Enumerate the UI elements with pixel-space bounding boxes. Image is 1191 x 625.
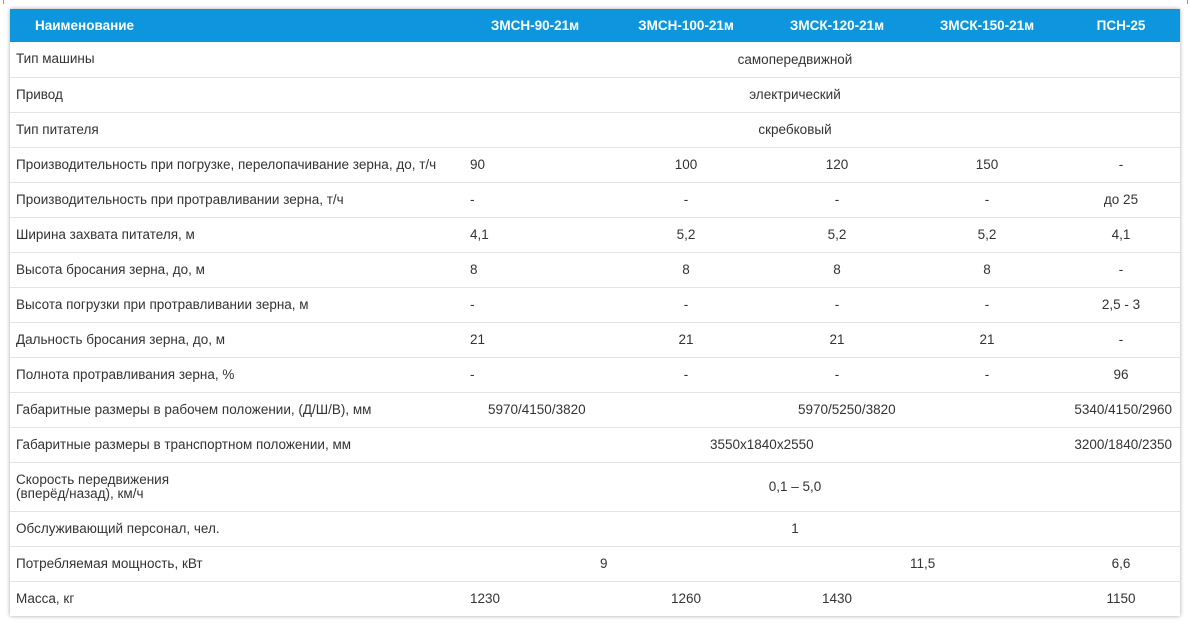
cell-value: 5,2 xyxy=(912,216,1062,252)
header-zmsk-150: ЗМСК-150-21м xyxy=(939,18,1035,33)
cell-value: 3200/1840/2350 xyxy=(1062,426,1180,462)
cell-value: - xyxy=(912,181,1062,217)
cell-value: - xyxy=(460,356,610,392)
row-label: Привод xyxy=(10,76,460,112)
cell-value: электрический xyxy=(460,76,1180,112)
header-zmsn-100: ЗМСН-100-21м xyxy=(638,18,734,33)
cell-value: самопередвижной xyxy=(737,51,853,67)
cell-value: 5,2 xyxy=(610,216,762,252)
row-label: Габаритные размеры в транспортном положе… xyxy=(10,426,460,462)
row-label: Ширина захвата питателя, м xyxy=(10,216,460,252)
cell-value: 5970/4150/3820 xyxy=(460,391,762,427)
cell-value: 120 xyxy=(762,146,912,182)
cell-value: 21 xyxy=(610,321,762,357)
row-label: Полнота протравливания зерна, % xyxy=(10,356,460,392)
cell-value: - xyxy=(610,356,762,392)
table-row: Высота бросания зерна, до, м 8 8 8 8 - xyxy=(10,251,1180,287)
cell-value: скребковый xyxy=(460,111,1180,147)
row-label: Дальность бросания зерна, до, м xyxy=(10,321,460,357)
cell-value: 21 xyxy=(460,321,610,357)
header-zmsn-90: ЗМСН-90-21м xyxy=(490,18,580,33)
table-row: Полнота протравливания зерна, % - - - - … xyxy=(10,356,1180,392)
table-row: Высота погрузки при протравливании зерна… xyxy=(10,286,1180,322)
cell-value: 1430 xyxy=(762,580,1062,616)
table-row: Скорость передвижения (вперёд/назад), км… xyxy=(10,461,1180,511)
cell-value: 4,1 xyxy=(460,216,610,252)
table-row: Потребляемая мощность, кВт 9 11,5 6,6 xyxy=(10,545,1180,581)
table-row: Производительность при погрузке, перелоп… xyxy=(10,146,1180,182)
cell-value: 2,5 - 3 xyxy=(1062,286,1180,322)
table-row: Дальность бросания зерна, до, м 21 21 21… xyxy=(10,321,1180,357)
row-label-line: (вперёд/назад), км/ч xyxy=(16,485,144,501)
table-header-row: Наименование ЗМСН-90-21м ЗМСН-100-21м ЗМ… xyxy=(10,9,1180,42)
row-label: Производительность при погрузке, перелоп… xyxy=(10,146,460,182)
cell-value: - xyxy=(460,286,610,322)
cell-value: 11,5 xyxy=(762,545,1062,581)
cell-value: - xyxy=(912,286,1062,322)
row-label: Производительность при протравливании зе… xyxy=(10,181,460,217)
table-row: Ширина захвата питателя, м 4,1 5,2 5,2 5… xyxy=(10,216,1180,252)
cell-value: - xyxy=(460,181,610,217)
table-row: Тип питателя скребковый xyxy=(10,111,1180,147)
header-zmsk-120: ЗМСК-120-21м xyxy=(789,18,885,33)
row-label: Масса, кг xyxy=(10,580,460,616)
cell-value: 150 xyxy=(912,146,1062,182)
cell-value: 0,1 – 5,0 xyxy=(460,461,1180,511)
cell-value: - xyxy=(762,356,912,392)
cell-value: 5340/4150/2960 xyxy=(1062,391,1180,427)
table-row: Тип машины самопередвижной xyxy=(10,42,1180,77)
cell-value: 1230 xyxy=(460,580,610,616)
specs-table: Наименование ЗМСН-90-21м ЗМСН-100-21м ЗМ… xyxy=(10,9,1180,616)
cell-value: 5970/5250/3820 xyxy=(762,391,1062,427)
cell-value: - xyxy=(1062,251,1180,287)
cell-value: - xyxy=(610,286,762,322)
cell-value: - xyxy=(762,181,912,217)
header-name: Наименование xyxy=(35,18,135,33)
cell-value: 8 xyxy=(762,251,912,287)
row-label: Скорость передвижения (вперёд/назад), км… xyxy=(10,461,460,511)
cell-value: 8 xyxy=(610,251,762,287)
cell-value: 9 xyxy=(460,545,762,581)
table-row: Масса, кг 1230 1260 1430 1150 xyxy=(10,580,1180,616)
cell-value: 1150 xyxy=(1062,580,1180,616)
table-row: Производительность при протравливании зе… xyxy=(10,181,1180,217)
row-label-line: Скорость передвижения xyxy=(16,471,170,487)
cell-value: - xyxy=(912,356,1062,392)
cell-value: - xyxy=(610,181,762,217)
cell-value: 8 xyxy=(460,251,610,287)
row-label: Потребляемая мощность, кВт xyxy=(10,545,460,581)
header-psn-25: ПСН-25 xyxy=(1096,18,1146,33)
row-label: Габаритные размеры в рабочем положении, … xyxy=(10,391,460,427)
row-label: Высота бросания зерна, до, м xyxy=(10,251,460,287)
cell-value: 6,6 xyxy=(1062,545,1180,581)
cell-value: - xyxy=(1062,146,1180,182)
row-label: Тип питателя xyxy=(10,111,460,147)
cell-value: 21 xyxy=(912,321,1062,357)
cell-value: - xyxy=(1062,321,1180,357)
row-label: Высота погрузки при протравливании зерна… xyxy=(10,286,460,322)
cell-value: 100 xyxy=(610,146,762,182)
table-row: Привод электрический xyxy=(10,76,1180,112)
table-row: Габаритные размеры в транспортном положе… xyxy=(10,426,1180,462)
page-edge-mark xyxy=(3,0,4,4)
cell-value: - xyxy=(762,286,912,322)
row-label: Тип машины xyxy=(16,51,95,67)
table-row: Габаритные размеры в рабочем положении, … xyxy=(10,391,1180,427)
cell-value: 96 xyxy=(1062,356,1180,392)
cell-value: 3550x1840x2550 xyxy=(460,426,1062,462)
cell-value: 8 xyxy=(912,251,1062,287)
cell-value: 1 xyxy=(460,510,1180,546)
cell-value: 1260 xyxy=(610,580,762,616)
row-label: Обслуживающий персонал, чел. xyxy=(10,510,460,546)
specs-table-container: Наименование ЗМСН-90-21м ЗМСН-100-21м ЗМ… xyxy=(10,9,1180,616)
page-edge-mark xyxy=(1187,0,1188,4)
cell-value: 5,2 xyxy=(762,216,912,252)
cell-value: до 25 xyxy=(1062,181,1180,217)
cell-value: 90 xyxy=(460,146,610,182)
cell-value: 21 xyxy=(762,321,912,357)
table-row: Обслуживающий персонал, чел. 1 xyxy=(10,510,1180,546)
cell-value: 4,1 xyxy=(1062,216,1180,252)
